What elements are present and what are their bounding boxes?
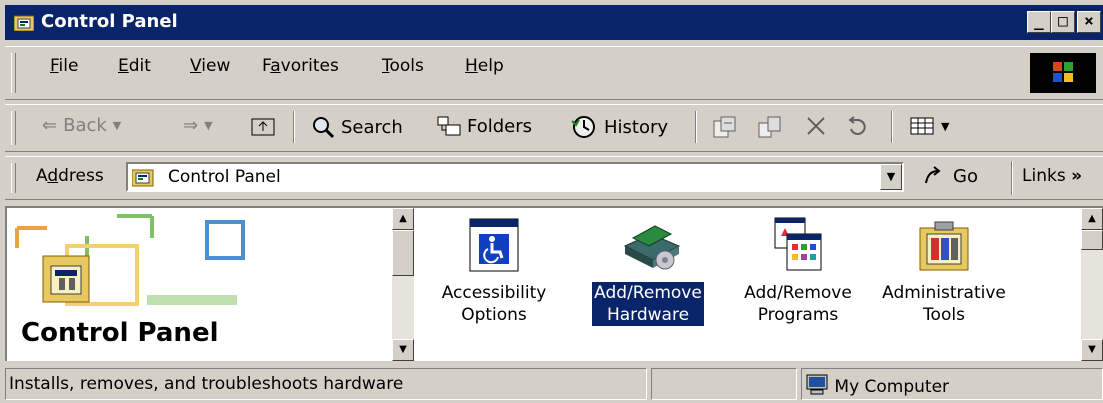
title-bar[interactable]: Control Panel _ □ × xyxy=(5,5,1103,40)
status-bar: Installs, removes, and troubleshoots har… xyxy=(5,366,1103,403)
status-text: Installs, removes, and troubleshoots har… xyxy=(5,368,647,400)
menu-file[interactable]: File xyxy=(50,56,78,76)
control-panel-banner-graphic xyxy=(15,214,245,306)
toolbar-separator xyxy=(695,111,697,143)
menu-edit[interactable]: Edit xyxy=(118,56,151,76)
add-remove-programs-label: Add/Remove Programs xyxy=(744,283,852,325)
menu-favorites[interactable]: Favorites xyxy=(262,56,339,76)
forward-button[interactable]: ⇒ ▼ xyxy=(183,115,213,136)
toolbar-grip[interactable] xyxy=(11,111,16,145)
web-view-panel: Control Panel xyxy=(7,208,392,361)
content-pane: Control Panel ▲ ▼ AccessibilityOptions xyxy=(5,206,1103,361)
links-button[interactable]: Links » xyxy=(1022,166,1082,186)
back-button[interactable]: ⇐ Back ▼ xyxy=(42,115,121,136)
scroll-down-button[interactable]: ▼ xyxy=(392,339,414,361)
history-button[interactable]: History xyxy=(570,115,668,139)
administrative-tools-label: Administrative Tools xyxy=(882,283,1006,325)
accessibility-options-label: Accessibility Options xyxy=(441,283,547,325)
undo-button[interactable] xyxy=(845,115,871,137)
move-to-button[interactable] xyxy=(712,115,738,139)
menu-help[interactable]: Help xyxy=(465,56,504,76)
up-folder-button[interactable] xyxy=(251,115,275,137)
back-dropdown-icon[interactable]: ▼ xyxy=(113,119,121,132)
administrative-tools-item[interactable]: Administrative Tools xyxy=(874,216,1014,326)
scroll-thumb[interactable] xyxy=(392,230,414,276)
toolbar-separator xyxy=(891,111,893,143)
back-arrow-icon: ⇐ xyxy=(42,115,58,136)
standard-toolbar: ⇐ Back ▼ ⇒ ▼ Search Folders History ▼ xyxy=(5,104,1103,152)
go-button[interactable]: Go xyxy=(923,165,978,187)
copy-to-button[interactable] xyxy=(757,115,783,139)
forward-arrow-icon: ⇒ xyxy=(183,115,199,136)
address-bar: Address Control Panel ▼ Go Links » xyxy=(5,156,1103,200)
folders-icon xyxy=(437,116,461,136)
status-pane-empty xyxy=(651,368,797,400)
hardware-icon xyxy=(621,216,681,274)
add-remove-hardware-item[interactable]: Add/Remove Hardware xyxy=(578,216,718,326)
delete-icon xyxy=(807,117,825,135)
search-button[interactable]: Search xyxy=(311,115,403,139)
address-dropdown-button[interactable]: ▼ xyxy=(880,164,902,190)
folders-button[interactable]: Folders xyxy=(437,115,532,137)
delete-button[interactable] xyxy=(805,115,827,137)
views-dropdown-icon[interactable]: ▼ xyxy=(941,120,949,133)
maximize-button[interactable]: □ xyxy=(1051,11,1075,33)
scroll-up-button[interactable]: ▲ xyxy=(392,208,414,230)
content-scroll-up-button[interactable]: ▲ xyxy=(1081,208,1103,230)
admin-tools-icon xyxy=(917,216,971,274)
content-scroll-thumb[interactable] xyxy=(1081,230,1103,250)
address-grip[interactable] xyxy=(11,163,16,193)
menu-tools[interactable]: Tools xyxy=(382,56,424,76)
search-icon xyxy=(313,117,335,139)
menu-view[interactable]: View xyxy=(190,56,230,76)
links-chevron-icon[interactable]: » xyxy=(1071,166,1082,186)
status-zone: My Computer xyxy=(801,368,1103,400)
close-button[interactable]: × xyxy=(1077,11,1101,33)
copy-to-icon xyxy=(758,116,781,138)
history-icon xyxy=(571,116,595,138)
content-scrollbar[interactable]: ▲ ▼ xyxy=(1081,208,1103,361)
programs-icon xyxy=(771,216,825,274)
control-panel-folder-icon xyxy=(14,15,34,31)
windows-logo-icon xyxy=(1030,53,1096,93)
add-remove-hardware-label: Add/Remove Hardware xyxy=(592,282,704,326)
views-icon xyxy=(910,117,934,135)
control-panel-window: Control Panel _ □ × File Edit View Favor… xyxy=(0,0,1103,403)
menu-grip[interactable] xyxy=(11,53,16,93)
address-input[interactable]: Control Panel ▼ xyxy=(126,162,904,192)
address-label: Address xyxy=(36,166,104,186)
banner-title: Control Panel xyxy=(21,318,219,348)
address-value: Control Panel xyxy=(168,167,281,187)
accessibility-icon xyxy=(467,216,521,274)
views-button[interactable]: ▼ xyxy=(909,115,949,137)
add-remove-programs-item[interactable]: Add/Remove Programs xyxy=(728,216,868,326)
toolbar-separator xyxy=(293,111,295,143)
links-separator xyxy=(1011,161,1013,195)
forward-dropdown-icon[interactable]: ▼ xyxy=(204,119,212,132)
content-scroll-down-button[interactable]: ▼ xyxy=(1081,339,1103,361)
accessibility-options-item[interactable]: Accessibility Options xyxy=(424,216,564,326)
minimize-button[interactable]: _ xyxy=(1027,11,1051,33)
move-to-icon xyxy=(713,116,736,138)
menu-bar: File Edit View Favorites Tools Help xyxy=(5,46,1103,100)
undo-icon xyxy=(848,116,866,135)
window-title: Control Panel xyxy=(41,11,178,32)
left-panel-scrollbar[interactable]: ▲ ▼ xyxy=(392,208,414,361)
go-arrow-icon xyxy=(925,166,941,184)
my-computer-icon xyxy=(806,374,828,395)
control-panel-folder-icon xyxy=(132,169,154,187)
up-folder-icon xyxy=(251,118,275,136)
